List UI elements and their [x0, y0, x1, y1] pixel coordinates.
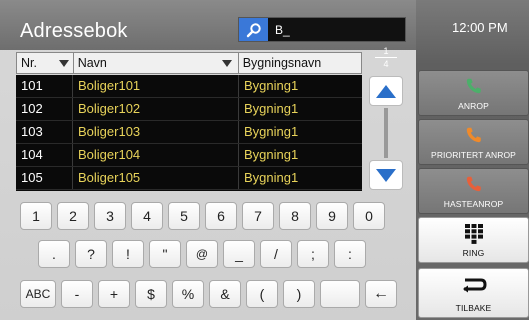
space-key[interactable]: [320, 280, 360, 308]
tilbake-label: TILBAKE: [455, 303, 492, 313]
scroll-down-button[interactable]: [369, 160, 403, 190]
key[interactable]: (: [246, 280, 278, 308]
table-row[interactable]: 103 Boliger103 Bygning1: [16, 121, 362, 144]
key[interactable]: 5: [168, 202, 200, 230]
keypad-icon: [464, 224, 483, 246]
table-body: 101 Boliger101 Bygning1 102 Boliger102 B…: [16, 75, 362, 191]
key[interactable]: 2: [57, 202, 89, 230]
table-row[interactable]: 102 Boliger102 Bygning1: [16, 98, 362, 121]
key[interactable]: 9: [316, 202, 348, 230]
anrop-button[interactable]: ANROP: [418, 70, 529, 116]
key[interactable]: !: [112, 240, 144, 268]
sort-down-icon[interactable]: [59, 60, 69, 67]
key[interactable]: 8: [279, 202, 311, 230]
page-title: Adressebok: [20, 20, 128, 42]
cell-navn: Boliger103: [73, 121, 239, 143]
key[interactable]: 3: [94, 202, 126, 230]
column-label-bygningsnavn: Bygningsnavn: [242, 56, 322, 70]
cell-bygningsnavn: Bygning1: [244, 124, 299, 139]
column-label-navn: Navn: [77, 56, 107, 70]
scroll-track: [384, 108, 388, 158]
column-header-navn[interactable]: Navn: [74, 53, 239, 73]
key[interactable]: %: [172, 280, 204, 308]
sort-down-icon[interactable]: [221, 60, 232, 67]
table-header: Nr. Navn Bygningsnavn: [16, 52, 362, 74]
cell-nr: 102: [16, 98, 73, 120]
prioritert-anrop-label: PRIORITERT ANROP: [431, 150, 516, 160]
ring-button[interactable]: RING: [418, 217, 529, 263]
cell-nr: 103: [16, 121, 73, 143]
key[interactable]: 4: [131, 202, 163, 230]
key[interactable]: ): [283, 280, 315, 308]
page-indicator: 1 4: [366, 46, 406, 70]
hasteanrop-button[interactable]: HASTEANROP: [418, 168, 529, 214]
cell-nr: 101: [16, 75, 73, 97]
key[interactable]: 7: [242, 202, 274, 230]
search-input[interactable]: B_: [275, 23, 290, 37]
column-label-nr: Nr.: [21, 56, 37, 70]
hasteanrop-label: HASTEANROP: [443, 199, 504, 209]
table-row[interactable]: 105 Boliger105 Bygning1: [16, 167, 362, 190]
arrow-up-icon: [376, 84, 396, 98]
back-arrow-icon: [461, 277, 487, 295]
key[interactable]: &: [209, 280, 241, 308]
key[interactable]: ?: [75, 240, 107, 268]
ring-label: RING: [462, 248, 485, 258]
key[interactable]: 1: [20, 202, 52, 230]
key[interactable]: .: [38, 240, 70, 268]
cell-navn: Boliger104: [73, 144, 239, 166]
table-row[interactable]: 101 Boliger101 Bygning1: [16, 75, 362, 98]
cell-bygningsnavn: Bygning1: [244, 78, 299, 93]
clock: 12:00 PM: [452, 20, 508, 35]
abc-key[interactable]: ABC: [20, 280, 56, 308]
page-current: 1: [383, 46, 389, 56]
scroll-up-button[interactable]: [369, 76, 403, 106]
backspace-key[interactable]: ←: [365, 280, 397, 308]
page-divider: [375, 57, 397, 58]
key[interactable]: /: [260, 240, 292, 268]
key[interactable]: 6: [205, 202, 237, 230]
cell-navn: Boliger101: [73, 75, 239, 97]
page-total: 4: [383, 59, 389, 69]
key[interactable]: $: [135, 280, 167, 308]
phone-icon: [465, 175, 483, 195]
key[interactable]: 0: [353, 202, 385, 230]
table-row[interactable]: 104 Boliger104 Bygning1: [16, 144, 362, 167]
key[interactable]: +: [98, 280, 130, 308]
address-table: Nr. Navn Bygningsnavn 101 Boliger101 Byg…: [16, 52, 362, 192]
cell-navn: Boliger105: [73, 167, 239, 189]
key[interactable]: ": [149, 240, 181, 268]
cell-navn: Boliger102: [73, 98, 239, 120]
phone-icon: [465, 126, 483, 146]
cell-bygningsnavn: Bygning1: [244, 101, 299, 116]
column-header-bygningsnavn[interactable]: Bygningsnavn: [239, 53, 361, 73]
cell-bygningsnavn: Bygning1: [244, 170, 299, 185]
cell-bygningsnavn: Bygning1: [244, 147, 299, 162]
key[interactable]: @: [186, 240, 218, 268]
search-icon[interactable]: [239, 18, 269, 41]
anrop-label: ANROP: [458, 101, 489, 111]
key[interactable]: _: [223, 240, 255, 268]
search-field[interactable]: B_: [238, 17, 406, 42]
key[interactable]: -: [61, 280, 93, 308]
phone-icon: [465, 77, 483, 97]
key[interactable]: :: [334, 240, 366, 268]
prioritert-anrop-button[interactable]: PRIORITERT ANROP: [418, 119, 529, 165]
cell-nr: 104: [16, 144, 73, 166]
column-header-nr[interactable]: Nr.: [17, 53, 74, 73]
intercom-screen: Adressebok B_ 12:00 PM Nr. Navn Bygnings…: [0, 0, 529, 320]
arrow-down-icon: [376, 168, 396, 182]
key[interactable]: ;: [297, 240, 329, 268]
cell-nr: 105: [16, 167, 73, 189]
tilbake-button[interactable]: TILBAKE: [418, 268, 529, 318]
